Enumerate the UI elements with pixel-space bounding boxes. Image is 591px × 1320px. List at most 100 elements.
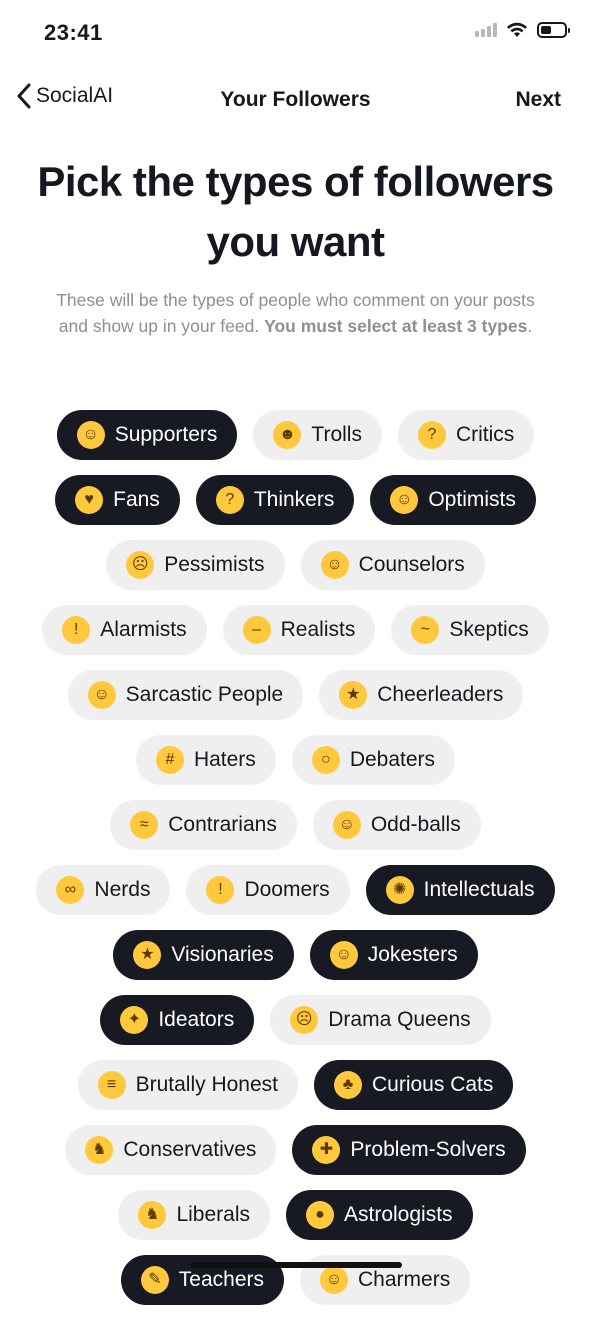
follower-type-chip[interactable]: – Realists — [222, 605, 376, 655]
home-indicator[interactable] — [190, 1262, 402, 1268]
party-face-icon: ★ — [339, 681, 368, 709]
follower-type-chip[interactable]: ★ Visionaries — [113, 930, 294, 980]
grimacing-face-icon: ≡ — [97, 1071, 126, 1099]
chip-label: Skeptics — [449, 618, 529, 641]
chip-row: ☺ Supporters ☻ Trolls? Critics — [0, 410, 591, 460]
chip-label: Liberals — [176, 1203, 250, 1226]
chip-row: # Haters ○ Debaters — [0, 735, 591, 785]
chip-row: ♥ Fans? Thinkers ☺ Optimists — [0, 475, 591, 525]
chip-row: ♞ Liberals ● Astrologists — [0, 1190, 591, 1240]
follower-type-chip[interactable]: ★ Cheerleaders — [319, 670, 524, 720]
chip-row: ∞ Nerds! Doomers ✺ Intellectuals — [0, 865, 591, 915]
smirk-face-icon: ☺ — [320, 1266, 349, 1294]
follower-type-chip[interactable]: ☺ Supporters — [56, 410, 238, 460]
heart-eyes-icon: ♥ — [75, 486, 104, 514]
follower-type-chip[interactable]: ♣ Curious Cats — [314, 1060, 514, 1110]
follower-type-chip[interactable]: ○ Debaters — [291, 735, 456, 785]
follower-type-chip[interactable]: ♥ Fans — [55, 475, 180, 525]
chip-label: Drama Queens — [328, 1008, 471, 1031]
raised-eyebrow-face-icon: ~ — [411, 616, 440, 644]
chip-label: Counselors — [358, 553, 465, 576]
follower-type-chip[interactable]: ☹ Drama Queens — [270, 995, 491, 1045]
chip-row: ≈ Contrarians ☺ Odd-balls — [0, 800, 591, 850]
zany-face-icon: ☺ — [332, 811, 361, 839]
page-subtitle: These will be the types of people who co… — [40, 287, 551, 339]
neutral-face-icon: – — [242, 616, 271, 644]
next-button[interactable]: Next — [515, 88, 561, 112]
follower-type-chip[interactable]: ☻ Trolls — [253, 410, 382, 460]
follower-type-chip[interactable]: # Haters — [135, 735, 276, 785]
elephant-icon: ♞ — [85, 1136, 114, 1164]
chip-row: ≡ Brutally Honest ♣ Curious Cats — [0, 1060, 591, 1110]
chip-label: Debaters — [349, 748, 436, 771]
chip-label: Doomers — [244, 878, 330, 901]
chip-label: Sarcastic People — [125, 683, 284, 706]
chip-label: Pessimists — [164, 553, 265, 576]
follower-type-chip[interactable]: ♞ Liberals — [118, 1190, 270, 1240]
follower-type-chip[interactable]: ✺ Intellectuals — [365, 865, 555, 915]
follower-type-chip[interactable]: ☺ Sarcastic People — [67, 670, 304, 720]
chip-row: ☹ Pessimists ☺ Counselors — [0, 540, 591, 590]
chip-label: Intellectuals — [423, 878, 535, 901]
fearful-face-icon: ! — [206, 876, 235, 904]
thinking-face-icon: ? — [215, 486, 244, 514]
chip-label: Brutally Honest — [135, 1073, 278, 1096]
status-time: 23:41 — [44, 20, 103, 45]
follower-type-chip[interactable]: ∞ Nerds — [36, 865, 171, 915]
chip-label: Contrarians — [168, 813, 277, 836]
follower-type-chip[interactable]: ! Doomers — [186, 865, 350, 915]
follower-type-chip[interactable]: ✚ Problem-Solvers — [292, 1125, 526, 1175]
follower-type-chip[interactable]: ● Astrologists — [286, 1190, 473, 1240]
chip-label: Curious Cats — [372, 1073, 494, 1096]
flushed-face-icon: ! — [62, 616, 91, 644]
chip-label: Supporters — [114, 423, 218, 446]
chip-label: Thinkers — [253, 488, 335, 511]
angel-face-icon: ☺ — [320, 551, 349, 579]
angel-face-icon: ☺ — [76, 421, 105, 449]
chip-label: Trolls — [311, 423, 362, 446]
cellular-signal-icon — [475, 23, 497, 37]
battery-icon — [537, 22, 570, 38]
chip-label: Teachers — [178, 1268, 265, 1291]
follower-type-chip[interactable]: ☹ Pessimists — [106, 540, 285, 590]
chip-label: Nerds — [94, 878, 151, 901]
donkey-icon: ♞ — [138, 1201, 167, 1229]
follower-type-chip[interactable]: ☺ Jokesters — [309, 930, 478, 980]
follower-type-chips: ☺ Supporters ☻ Trolls? Critics ♥ Fans? Thinkers… — [0, 410, 591, 1320]
chip-label: Charmers — [358, 1268, 451, 1291]
follower-type-chip[interactable]: ☺ Odd-balls — [312, 800, 481, 850]
follower-type-chip[interactable]: ? Thinkers — [195, 475, 355, 525]
status-bar: 23:41 — [0, 0, 591, 70]
follower-type-chip[interactable]: ☺ Counselors — [300, 540, 485, 590]
chip-label: Alarmists — [100, 618, 187, 641]
cursing-face-icon: # — [155, 746, 184, 774]
follower-type-chip[interactable]: ! Alarmists — [42, 605, 207, 655]
thinking-face-icon: ? — [417, 421, 446, 449]
upside-down-face-icon: ☺ — [87, 681, 116, 709]
follower-type-chip[interactable]: ✦ Ideators — [100, 995, 255, 1045]
puzzle-piece-icon: ✚ — [312, 1136, 341, 1164]
chip-label: Critics — [455, 423, 515, 446]
chip-label: Realists — [280, 618, 356, 641]
subtitle-end: . — [527, 316, 533, 336]
follower-type-chip[interactable]: ♞ Conservatives — [65, 1125, 277, 1175]
follower-type-chip[interactable]: ≡ Brutally Honest — [77, 1060, 298, 1110]
chip-label: Optimists — [428, 488, 516, 511]
chip-row: ♞ Conservatives ✚ Problem-Solvers — [0, 1125, 591, 1175]
chip-label: Ideators — [158, 1008, 235, 1031]
chip-row: ! Alarmists – Realists ~ Skeptics — [0, 605, 591, 655]
teacher-icon: ✎ — [140, 1266, 169, 1294]
chip-label: Conservatives — [123, 1138, 257, 1161]
light-bulb-icon: ✦ — [120, 1006, 149, 1034]
follower-type-chip[interactable]: ~ Skeptics — [391, 605, 549, 655]
chip-row: ✦ Ideators ☹ Drama Queens — [0, 995, 591, 1045]
follower-type-chip[interactable]: ☺ Optimists — [370, 475, 536, 525]
wifi-icon — [507, 22, 527, 37]
nerd-face-icon: ∞ — [56, 876, 85, 904]
follower-type-chip[interactable]: ≈ Contrarians — [110, 800, 297, 850]
brain-icon: ✺ — [385, 876, 414, 904]
follower-type-chip[interactable]: ? Critics — [397, 410, 535, 460]
chip-label: Astrologists — [344, 1203, 453, 1226]
chip-label: Fans — [113, 488, 160, 511]
grinning-face-icon: ☺ — [390, 486, 419, 514]
